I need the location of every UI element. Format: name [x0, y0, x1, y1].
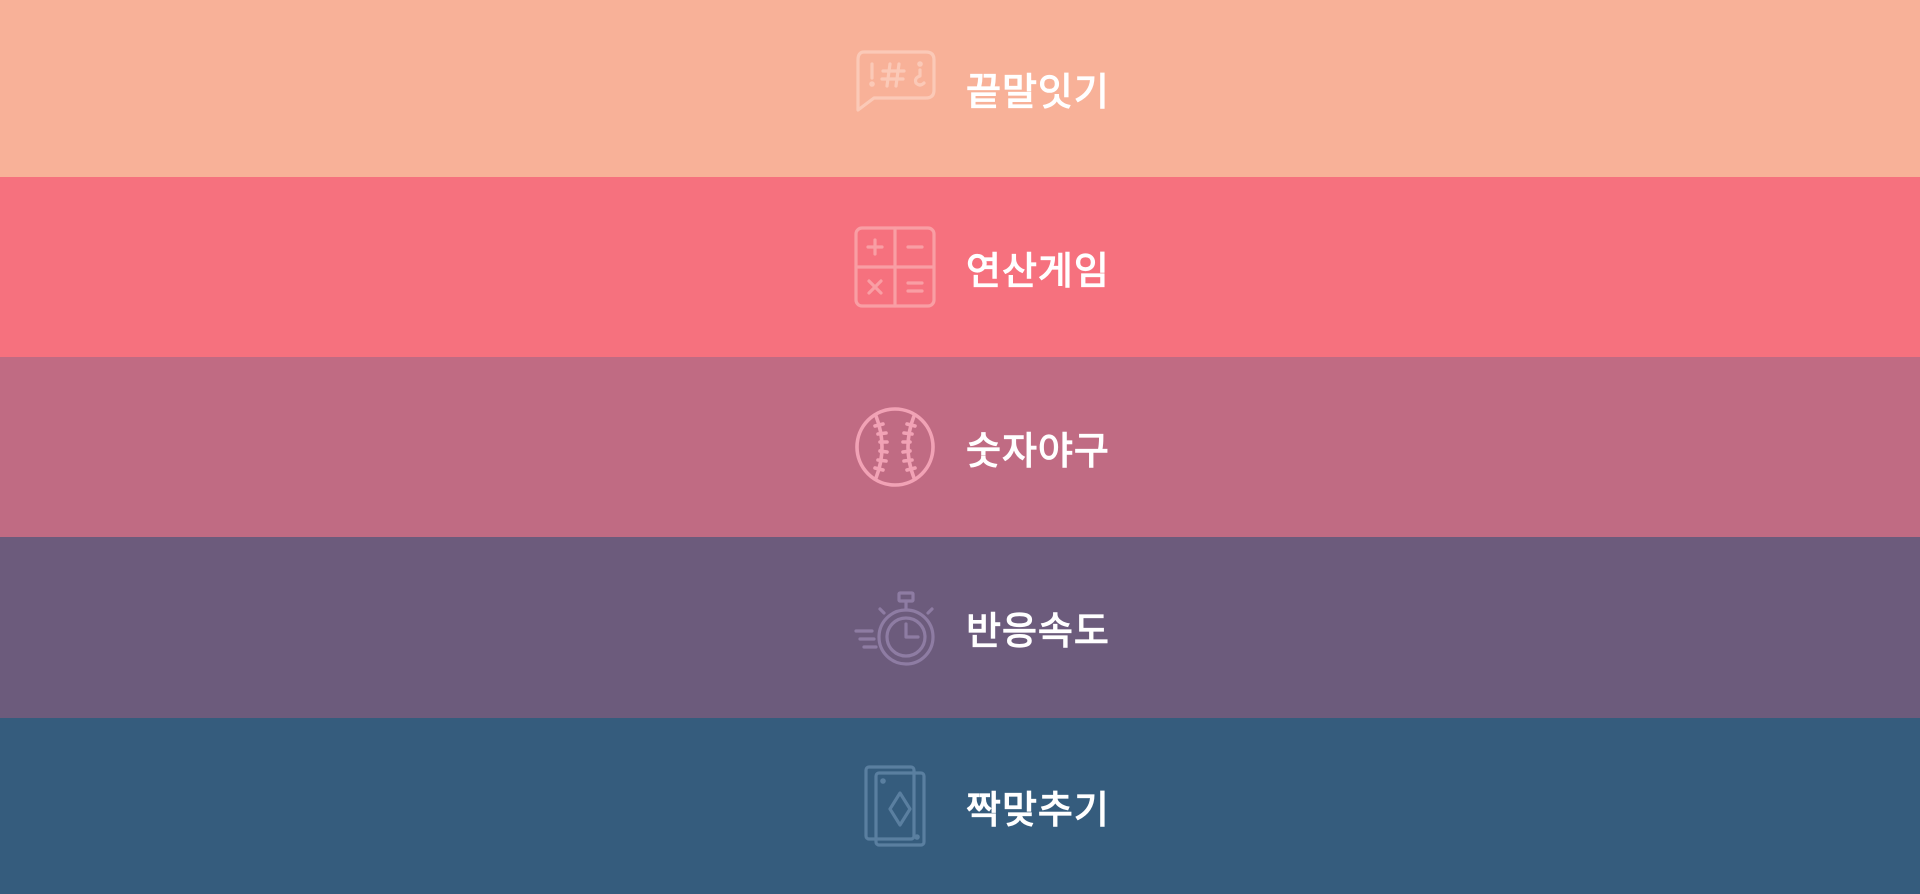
game-menu: 끝말잇기 연산게임 숫자야구 반응속도 짝맞추기 [0, 0, 1920, 894]
menu-item-content: 숫자야구 [854, 406, 1109, 488]
cards-icon [854, 765, 936, 847]
menu-item-label: 연산게임 [966, 248, 1110, 293]
menu-item-label: 끝말잇기 [966, 70, 1110, 114]
menu-item-word-chain[interactable]: 끝말잇기 [0, 0, 1920, 177]
menu-item-arithmetic[interactable]: 연산게임 [0, 177, 1920, 357]
menu-item-content: 짝맞추기 [854, 765, 1109, 847]
menu-item-label: 숫자야구 [966, 428, 1110, 473]
menu-item-label: 반응속도 [966, 609, 1110, 653]
menu-item-content: 끝말잇기 [854, 48, 1109, 130]
stopwatch-icon [854, 587, 936, 669]
menu-item-label: 짝맞추기 [966, 787, 1110, 832]
menu-item-content: 반응속도 [854, 587, 1109, 669]
baseball-icon [854, 406, 936, 488]
menu-item-reaction-speed[interactable]: 반응속도 [0, 537, 1920, 718]
menu-item-card-matching[interactable]: 짝맞추기 [0, 718, 1920, 894]
menu-item-number-baseball[interactable]: 숫자야구 [0, 357, 1920, 537]
menu-item-content: 연산게임 [854, 226, 1109, 308]
calculator-icon [854, 226, 936, 308]
speech-bubble-symbols-icon [854, 48, 936, 130]
